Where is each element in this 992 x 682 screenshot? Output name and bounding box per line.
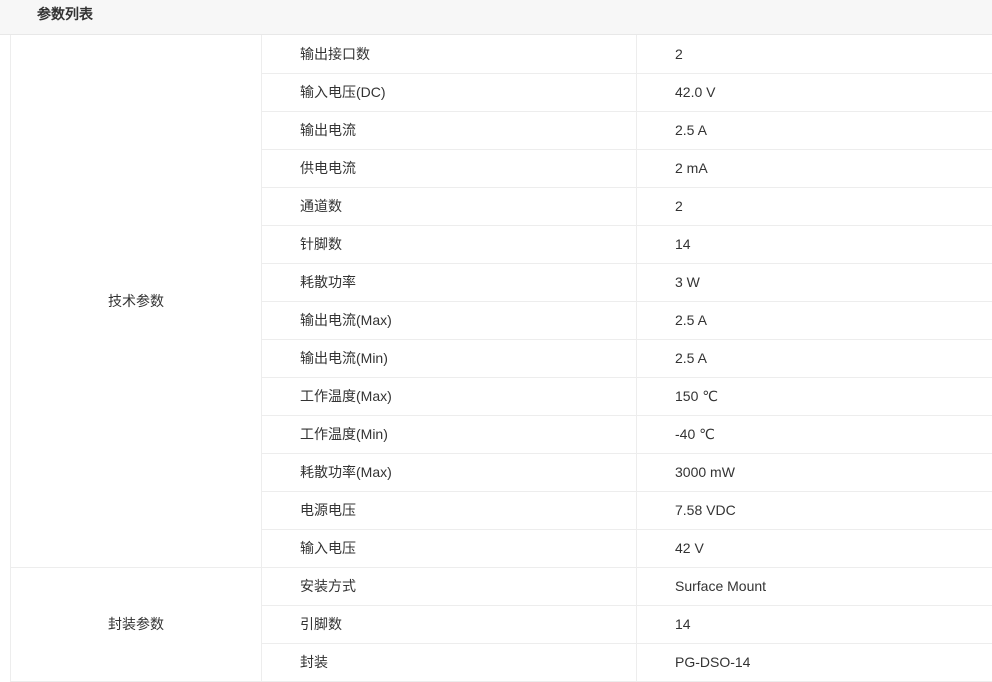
section-title: 参数列表 xyxy=(37,0,93,29)
param-value: 14 xyxy=(637,605,992,643)
param-name: 针脚数 xyxy=(262,225,637,263)
param-value: 42 V xyxy=(637,529,992,567)
param-name: 工作温度(Min) xyxy=(262,415,637,453)
param-value: 2.5 A xyxy=(637,339,992,377)
table-row: 技术参数 输出接口数 2 xyxy=(11,35,992,73)
param-name: 输出电流 xyxy=(262,111,637,149)
param-value: 42.0 V xyxy=(637,73,992,111)
param-name: 输出电流(Min) xyxy=(262,339,637,377)
group-label-package: 封装参数 xyxy=(11,567,262,681)
param-value: 2 mA xyxy=(637,149,992,187)
param-name: 工作温度(Max) xyxy=(262,377,637,415)
param-value: 2.5 A xyxy=(637,301,992,339)
param-name: 耗散功率 xyxy=(262,263,637,301)
param-name: 供电电流 xyxy=(262,149,637,187)
parameter-table: 技术参数 输出接口数 2 输入电压(DC) 42.0 V 输出电流 2.5 A … xyxy=(10,35,992,682)
param-name: 耗散功率(Max) xyxy=(262,453,637,491)
param-value: Surface Mount xyxy=(637,567,992,605)
param-name: 通道数 xyxy=(262,187,637,225)
param-value: -40 ℃ xyxy=(637,415,992,453)
param-name: 输出接口数 xyxy=(262,35,637,73)
param-name: 电源电压 xyxy=(262,491,637,529)
param-value: 2 xyxy=(637,35,992,73)
param-value: 3000 mW xyxy=(637,453,992,491)
param-name: 封装 xyxy=(262,643,637,681)
param-value: 2.5 A xyxy=(637,111,992,149)
param-name: 输出电流(Max) xyxy=(262,301,637,339)
param-value: 7.58 VDC xyxy=(637,491,992,529)
param-name: 输入电压(DC) xyxy=(262,73,637,111)
param-name: 引脚数 xyxy=(262,605,637,643)
group-label-technical: 技术参数 xyxy=(11,35,262,567)
param-name: 输入电压 xyxy=(262,529,637,567)
param-value: 150 ℃ xyxy=(637,377,992,415)
table-row: 封装参数 安装方式 Surface Mount xyxy=(11,567,992,605)
param-name: 安装方式 xyxy=(262,567,637,605)
param-value: 3 W xyxy=(637,263,992,301)
section-header: 参数列表 xyxy=(0,0,992,35)
param-value: 14 xyxy=(637,225,992,263)
param-value: PG-DSO-14 xyxy=(637,643,992,681)
param-value: 2 xyxy=(637,187,992,225)
